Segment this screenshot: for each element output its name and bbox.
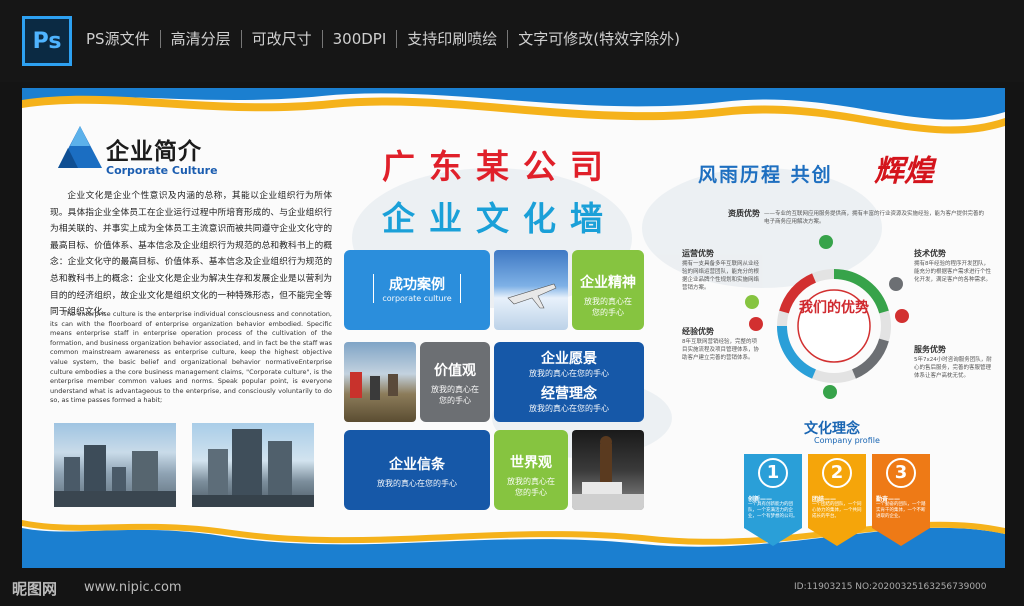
feature-item: 支持印刷喷绘	[397, 30, 509, 48]
advantage-text: 拥有8年经验的程序开发团队，能充分的根据客户需求进行个性化开发，满足客户的各种需…	[914, 261, 992, 283]
tile-spirit-title: 企业精神	[580, 275, 636, 291]
tile-world-subtitle: 放我的真心在您的手心	[507, 477, 555, 497]
advantage-label: 服务优势	[914, 345, 946, 354]
tile-philosophy-subtitle: 放我的真心在您的手心	[529, 404, 609, 413]
advantage-label: 资质优势	[728, 209, 760, 218]
intro-title: 企业简介	[106, 139, 202, 165]
airplane-photo	[494, 250, 568, 330]
tile-values: 价值观 放我的真心在您的手心	[420, 342, 490, 422]
tile-success-case: 成功案例 corporate culture	[344, 250, 490, 330]
tile-creed-subtitle: 放我的真心在您的手心	[377, 479, 457, 488]
feature-item: 高清分层	[161, 30, 242, 48]
tile-success-case-subtitle: corporate culture	[382, 294, 452, 303]
history-slogan: 风雨历程 共创	[698, 164, 833, 186]
our-advantages-label: 我们的优势	[799, 300, 869, 316]
tile-spirit-subtitle: 放我的真心在您的手心	[584, 297, 632, 317]
board-icon	[889, 277, 903, 291]
advantage-text: 5年7x24小时咨询服务团队，耐心的售后服务，完善的客服管理体系让客户高枕无忧。	[914, 357, 992, 379]
tile-vision-philosophy: 企业愿景 放我的真心在您的手心 经营理念 放我的真心在您的手心	[494, 342, 644, 422]
intro-chinese-text: 企业文化是企业个性意识及内涵的总称，其能以企业组织行为所体现。具体指企业全体员工…	[50, 191, 332, 318]
feature-item: 300DPI	[323, 30, 398, 48]
culture-banner-innovation: 1 创新—— 一个具有创新能力的团队，一个充满活力的企业，一个有梦想的公司。	[744, 454, 802, 546]
tile-creed-title: 企业信条	[389, 457, 445, 473]
tile-vision-title: 企业愿景	[541, 351, 597, 367]
team-icon	[823, 385, 837, 399]
tile-enterprise-creed: 企业信条 放我的真心在您的手心	[344, 430, 490, 510]
culture-banner-diligence: 3 勤奋—— 一个勤奋的团队，一个踏实肯干的集体，一个不断进取的企业。	[872, 454, 930, 546]
skyscraper-photo	[192, 423, 314, 507]
tag-icon	[895, 309, 909, 323]
advantage-text: ——专业的互联网应用服务提供商，拥有丰富的行业资源及实施经验，能为客户提供完善的…	[764, 211, 985, 225]
flag-icon	[745, 295, 759, 309]
tile-enterprise-spirit: 企业精神 放我的真心在您的手心	[572, 250, 644, 330]
tile-vision-subtitle: 放我的真心在您的手心	[529, 369, 609, 378]
nipic-brand: 昵图网	[12, 580, 58, 598]
tile-success-case-title: 成功案例	[389, 277, 445, 293]
top-bar: Ps PS源文件 高清分层 可改尺寸 300DPI 支持印刷喷绘 文字可修改(特…	[0, 0, 1024, 82]
chess-photo	[572, 430, 644, 510]
thumbs-up-icon	[749, 317, 763, 331]
advantage-ring	[777, 269, 891, 383]
tile-world-title: 世界观	[510, 455, 552, 471]
hikers-photo	[344, 342, 416, 422]
intro-subtitle: Corporate Culture	[106, 164, 218, 177]
feature-item: 可改尺寸	[242, 30, 323, 48]
advantage-label: 经验优势	[682, 327, 714, 336]
company-title: 广东某公司	[382, 147, 617, 186]
tile-philosophy-title: 经营理念	[541, 386, 597, 402]
triangle-logo-icon	[58, 126, 102, 168]
culture-concept-title: 文化理念	[804, 421, 860, 437]
feature-item: 文字可修改(特效字除外)	[518, 30, 680, 48]
culture-wall-board: 企业简介 Corporate Culture 企业文化是企业个性意识及内涵的总称…	[22, 88, 1005, 568]
intro-english-text: The enterprise culture is the enterprise…	[50, 310, 332, 405]
advantage-label: 技术优势	[914, 249, 946, 258]
hand-pointer-icon	[819, 235, 833, 249]
tile-world-view: 世界观 放我的真心在您的手心	[494, 430, 568, 510]
advantage-text: 拥有一支具备多年互联网从业经验的网络运营团队，能充分的根据企业品牌个性规划和实施…	[682, 261, 760, 291]
feature-item: PS源文件	[86, 30, 161, 48]
image-id: ID:11903215 NO:20200325163256739000	[794, 582, 987, 592]
history-slogan-highlight: 辉煌	[874, 154, 934, 189]
nipic-url[interactable]: www.nipic.com	[84, 580, 182, 595]
advantage-label: 运营优势	[682, 249, 714, 258]
culture-concept-subtitle: Company profile	[814, 436, 880, 445]
culture-wall-title: 企业文化墙	[382, 199, 617, 238]
advantage-text: 8年互联网营销经验，完整的项目实施流程及项目管理体系，协助客户建立完善的营销体系…	[682, 339, 760, 361]
photoshop-icon: Ps	[22, 16, 72, 66]
city-building-photo	[54, 423, 176, 507]
feature-list: PS源文件 高清分层 可改尺寸 300DPI 支持印刷喷绘 文字可修改(特效字除…	[86, 30, 690, 48]
tile-values-subtitle: 放我的真心在您的手心	[431, 385, 479, 405]
tile-values-title: 价值观	[434, 363, 476, 379]
culture-banner-unity: 2 团结—— 一个团结的团队，一个同心协力的集体，一个共同成长的平台。	[808, 454, 866, 546]
